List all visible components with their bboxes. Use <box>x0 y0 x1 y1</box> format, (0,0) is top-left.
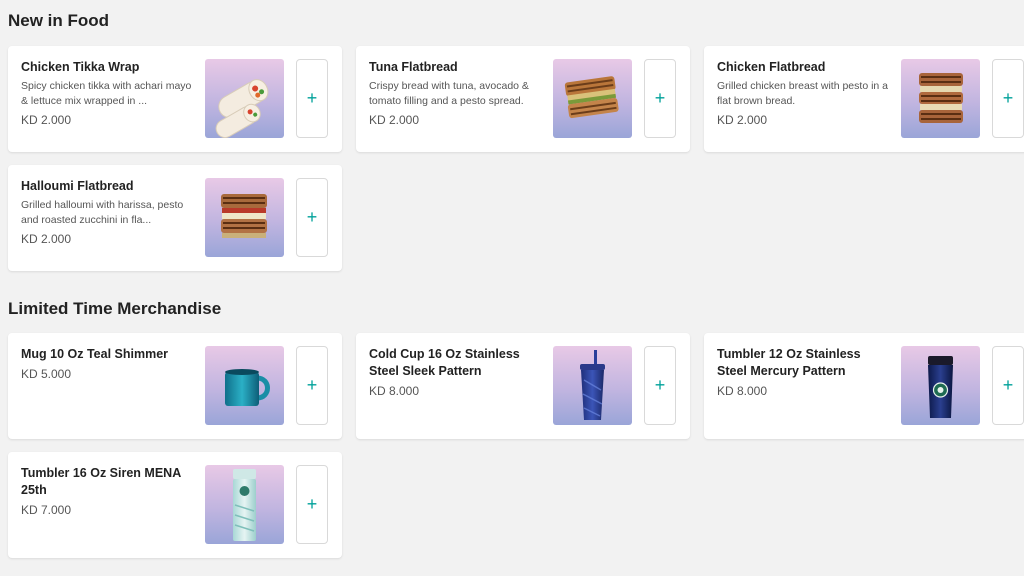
section-title-merchandise: Limited Time Merchandise <box>8 299 222 318</box>
product-name: Tumbler 16 Oz Siren MENA 25th <box>21 466 181 497</box>
product-card-cold-cup-sleek-pattern[interactable]: Cold Cup 16 Oz Stainless Steel Sleek Pat… <box>356 333 690 439</box>
mug-icon[interactable] <box>205 346 284 425</box>
product-name: Mug 10 Oz Teal Shimmer <box>21 347 169 361</box>
add-button[interactable]: + <box>296 465 328 544</box>
flatbread-icon[interactable] <box>901 59 980 138</box>
product-card-tumbler-mercury-pattern[interactable]: Tumbler 12 Oz Stainless Steel Mercury Pa… <box>704 333 1024 439</box>
product-price: KD 8.000 <box>369 384 420 398</box>
product-name: Halloumi Flatbread <box>21 179 134 193</box>
product-card-chicken-tikka-wrap[interactable]: Chicken Tikka Wrap Spicy chicken tikka w… <box>8 46 342 152</box>
product-price: KD 5.000 <box>21 367 72 381</box>
product-price: KD 7.000 <box>21 503 72 517</box>
product-description: Grilled chicken breast with pesto in a f… <box>717 80 888 107</box>
product-name: Chicken Flatbread <box>717 60 826 74</box>
tall-tumbler-icon[interactable] <box>205 465 284 544</box>
product-price: KD 2.000 <box>717 113 768 127</box>
tumbler-icon[interactable] <box>901 346 980 425</box>
wrap-icon[interactable] <box>205 59 284 138</box>
product-price: KD 2.000 <box>21 113 72 127</box>
product-description: Spicy chicken tikka with achari mayo & l… <box>21 80 192 107</box>
add-button[interactable]: + <box>296 346 328 425</box>
product-name: Tumbler 12 Oz Stainless Steel Mercury Pa… <box>717 347 861 378</box>
product-description: Grilled halloumi with harissa, pesto and… <box>21 199 184 226</box>
product-card-tuna-flatbread[interactable]: Tuna Flatbread Crispy bread with tuna, a… <box>356 46 690 152</box>
add-button[interactable]: + <box>296 59 328 138</box>
product-name: Tuna Flatbread <box>369 60 458 74</box>
product-card-chicken-flatbread[interactable]: Chicken Flatbread Grilled chicken breast… <box>704 46 1024 152</box>
product-card-halloumi-flatbread[interactable]: Halloumi Flatbread Grilled halloumi with… <box>8 165 342 271</box>
section-title-food: New in Food <box>8 11 110 30</box>
cold-cup-icon[interactable] <box>553 346 632 425</box>
add-button[interactable]: + <box>992 346 1024 425</box>
product-card-tumbler-siren-mena[interactable]: Tumbler 16 Oz Siren MENA 25th KD 7.000 + <box>8 452 342 558</box>
add-button[interactable]: + <box>296 178 328 257</box>
product-price: KD 8.000 <box>717 384 768 398</box>
product-description: Crispy bread with tuna, avocado & tomato… <box>369 80 529 107</box>
product-name: Cold Cup 16 Oz Stainless Steel Sleek Pat… <box>369 347 520 378</box>
add-button[interactable]: + <box>992 59 1024 138</box>
add-button[interactable]: + <box>644 346 676 425</box>
add-button[interactable]: + <box>644 59 676 138</box>
flatbread-icon[interactable] <box>205 178 284 257</box>
product-price: KD 2.000 <box>369 113 420 127</box>
product-price: KD 2.000 <box>21 232 72 246</box>
product-card-mug-teal-shimmer[interactable]: Mug 10 Oz Teal Shimmer KD 5.000 + <box>8 333 342 439</box>
flatbread-icon[interactable] <box>553 59 632 138</box>
product-name: Chicken Tikka Wrap <box>21 60 140 74</box>
